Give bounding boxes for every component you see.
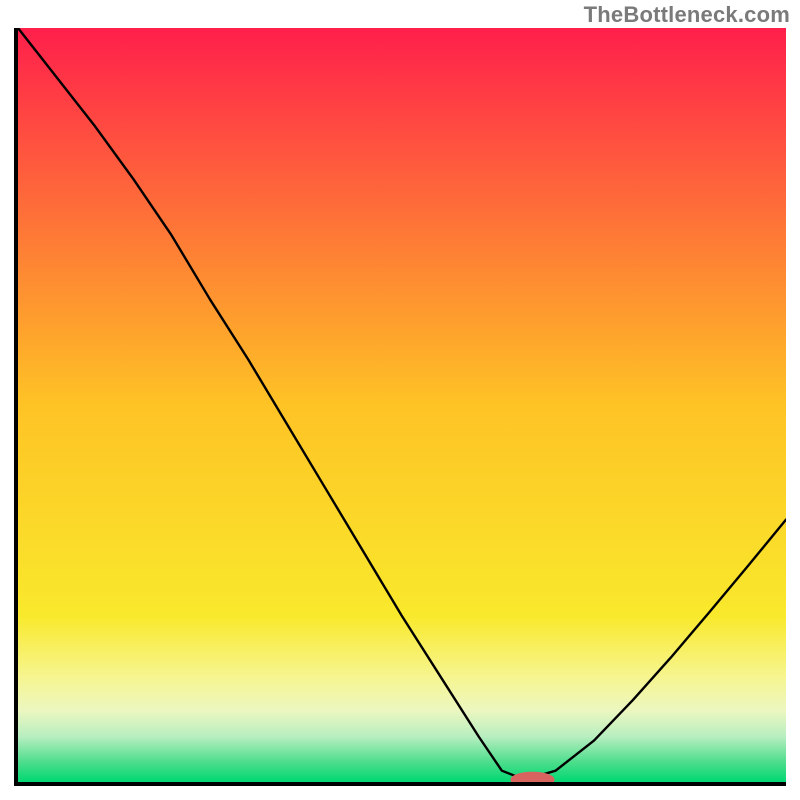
chart-svg [18, 28, 786, 782]
attribution-text: TheBottleneck.com [584, 2, 790, 28]
chart-frame: TheBottleneck.com [0, 0, 800, 800]
gradient-background [18, 28, 786, 782]
plot-area [14, 28, 786, 786]
